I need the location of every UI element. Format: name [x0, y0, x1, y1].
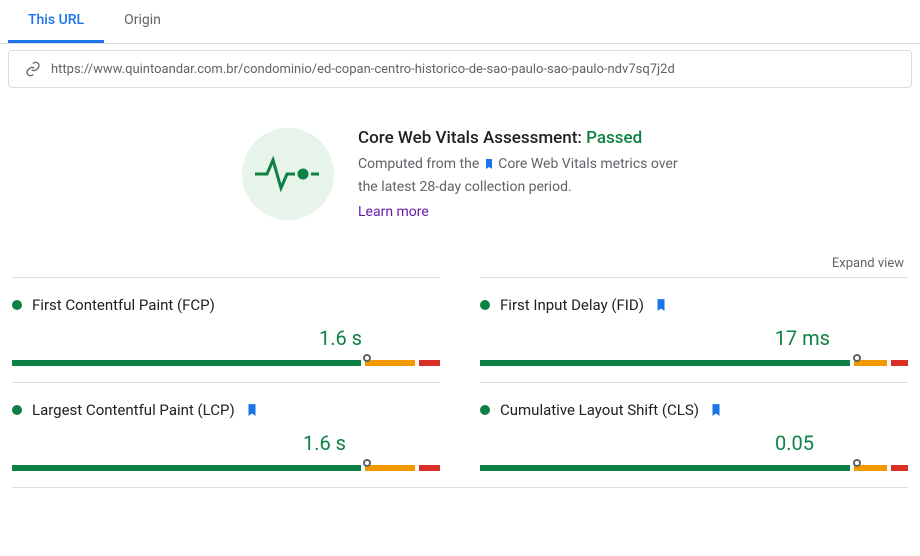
metric-cls: Cumulative Layout Shift (CLS) 0.05 — [480, 382, 908, 487]
metric-lcp: Largest Contentful Paint (LCP) 1.6 s — [12, 382, 440, 487]
bar-marker — [853, 354, 861, 362]
bar-marker — [363, 354, 371, 362]
bar-segment-good — [12, 465, 361, 471]
bar-segment-bad — [419, 360, 440, 366]
metric-header: First Input Delay (FID) — [480, 296, 908, 314]
status-dot-good — [480, 300, 490, 310]
metric-value: 0.05 — [480, 431, 908, 455]
url-bar: https://www.quintoandar.com.br/condomini… — [8, 50, 912, 88]
bar-segment-bad — [419, 465, 440, 471]
tabs: This URL Origin — [0, 0, 920, 44]
status-dot-good — [480, 405, 490, 415]
metric-bar — [12, 459, 440, 473]
bar-segment-bad — [891, 360, 908, 366]
metric-header: Largest Contentful Paint (LCP) — [12, 401, 440, 419]
assessment-sub-prefix: Computed from the — [358, 156, 483, 172]
bookmark-icon — [709, 403, 723, 417]
assessment-subtitle: Computed from the Core Web Vitals metric… — [358, 154, 678, 198]
metric-name: Largest Contentful Paint (LCP) — [32, 401, 235, 419]
tab-origin[interactable]: Origin — [104, 0, 181, 43]
assessment-status: Passed — [586, 128, 642, 148]
tab-this-url[interactable]: This URL — [8, 0, 104, 43]
assessment-section: Core Web Vitals Assessment: Passed Compu… — [0, 128, 920, 220]
bar-segment-warn — [365, 360, 415, 366]
expand-view-link[interactable]: Expand view — [0, 250, 920, 277]
assessment-title: Core Web Vitals Assessment: Passed — [358, 128, 678, 148]
metric-header: First Contentful Paint (FCP) — [12, 296, 440, 314]
learn-more-link[interactable]: Learn more — [358, 204, 429, 220]
metric-value: 1.6 s — [12, 431, 440, 455]
metric-value: 17 ms — [480, 326, 908, 350]
bar-segment-good — [480, 465, 850, 471]
metric-header: Cumulative Layout Shift (CLS) — [480, 401, 908, 419]
metric-fid: First Input Delay (FID) 17 ms — [480, 277, 908, 382]
metric-bar — [12, 354, 440, 368]
bar-marker — [363, 459, 371, 467]
bookmark-icon — [483, 158, 495, 174]
metric-name: First Contentful Paint (FCP) — [32, 296, 215, 314]
metric-bar — [480, 354, 908, 368]
metric-fcp: First Contentful Paint (FCP) 1.6 s — [12, 277, 440, 382]
link-icon — [25, 61, 41, 77]
status-dot-good — [12, 300, 22, 310]
divider — [12, 487, 908, 488]
bookmark-icon — [245, 403, 259, 417]
bookmark-icon — [654, 298, 668, 312]
metric-value: 1.6 s — [12, 326, 440, 350]
bar-marker — [853, 459, 861, 467]
metric-name: Cumulative Layout Shift (CLS) — [500, 401, 699, 419]
metric-name: First Input Delay (FID) — [500, 296, 644, 314]
bar-segment-good — [12, 360, 361, 366]
bar-segment-good — [480, 360, 850, 366]
assessment-text: Core Web Vitals Assessment: Passed Compu… — [358, 128, 678, 220]
metrics-grid: First Contentful Paint (FCP) 1.6 s First… — [0, 277, 920, 487]
metric-bar — [480, 459, 908, 473]
url-text: https://www.quintoandar.com.br/condomini… — [51, 62, 675, 77]
pulse-icon — [242, 128, 334, 220]
bar-segment-bad — [891, 465, 908, 471]
status-dot-good — [12, 405, 22, 415]
assessment-title-prefix: Core Web Vitals Assessment: — [358, 128, 586, 148]
bar-segment-warn — [365, 465, 415, 471]
